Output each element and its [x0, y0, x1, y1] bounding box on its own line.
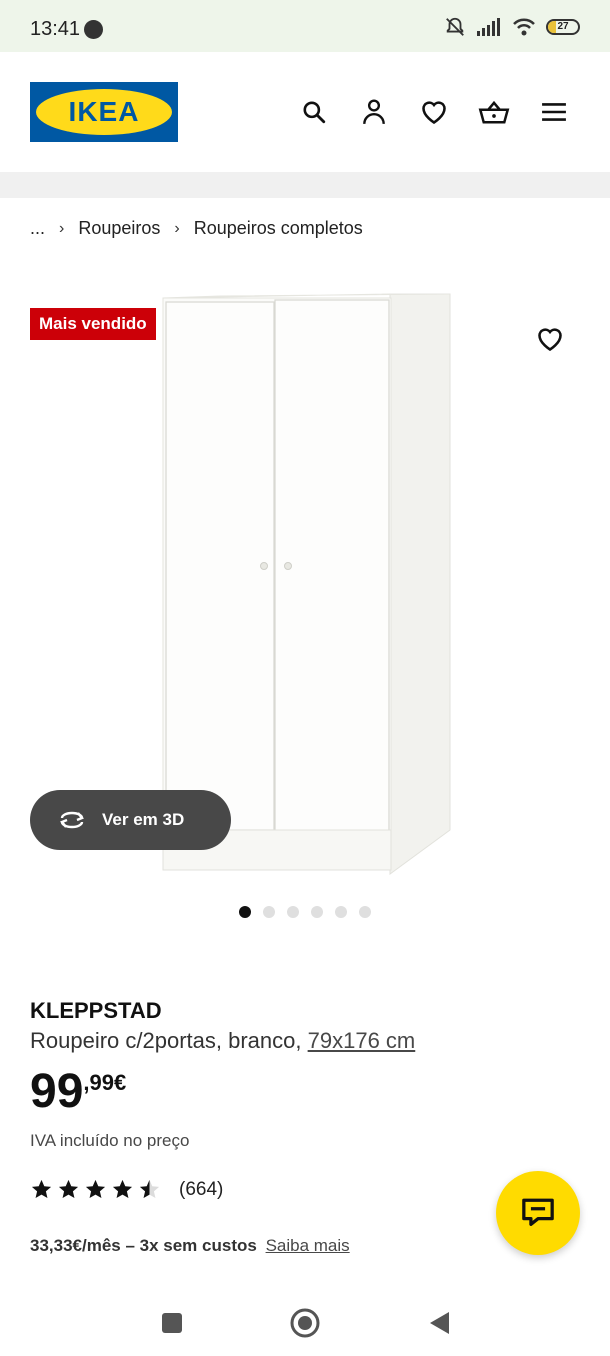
product-rating[interactable]: (664)	[30, 1178, 223, 1201]
breadcrumb-item-roupeiros[interactable]: Roupeiros	[78, 218, 160, 239]
battery-level: 27	[557, 21, 569, 32]
home-icon[interactable]	[290, 1308, 320, 1338]
carousel-dot[interactable]	[335, 906, 347, 918]
product-name: KLEPPSTAD	[30, 998, 162, 1023]
installments-text: 33,33€/mês – 3x sem custos	[30, 1236, 257, 1255]
user-icon[interactable]	[358, 96, 390, 128]
star-full-icon	[31, 1179, 52, 1199]
carousel-dot[interactable]	[239, 906, 251, 918]
bestseller-badge: Mais vendido	[30, 308, 156, 340]
rotate-3d-icon	[60, 811, 84, 829]
carousel-dot[interactable]	[311, 906, 323, 918]
menu-icon[interactable]	[538, 96, 570, 128]
product-dimensions-link[interactable]: 79x176 cm	[308, 1028, 416, 1053]
favourite-heart-icon[interactable]	[535, 324, 565, 354]
back-icon[interactable]	[424, 1308, 454, 1338]
image-carousel-dots	[239, 906, 371, 918]
system-navigation-bar	[0, 1290, 610, 1356]
chat-icon	[522, 1198, 554, 1226]
price-integer: 99	[30, 1065, 84, 1118]
star-full-icon	[112, 1179, 133, 1199]
ikea-logo[interactable]: IKEA	[30, 82, 178, 142]
wifi-icon	[513, 18, 535, 36]
status-icons: 27	[444, 16, 580, 38]
price-decimal: ,99€	[83, 1070, 127, 1095]
status-time: 13:41	[30, 18, 81, 40]
view-3d-button[interactable]: Ver em 3D	[30, 790, 231, 850]
chevron-right-icon: ›	[59, 219, 65, 237]
heart-icon[interactable]	[418, 96, 450, 128]
notification-icon	[84, 20, 103, 39]
view-3d-label: Ver em 3D	[102, 810, 185, 829]
vat-note: IVA incluído no preço	[30, 1131, 190, 1150]
learn-more-link[interactable]: Saiba mais	[266, 1236, 350, 1255]
carousel-dot[interactable]	[359, 906, 371, 918]
carousel-dot[interactable]	[263, 906, 275, 918]
status-bar: 13:41 27	[0, 0, 610, 52]
recent-apps-icon[interactable]	[157, 1308, 187, 1338]
mute-icon	[446, 17, 464, 36]
product-description: Roupeiro c/2portas, branco, 79x176 cm	[30, 1028, 415, 1054]
star-half-icon	[139, 1179, 160, 1199]
rating-count: (664)	[179, 1178, 224, 1200]
carousel-dot[interactable]	[287, 906, 299, 918]
signal-icon	[477, 18, 500, 36]
star-full-icon	[58, 1179, 79, 1199]
breadcrumb-item-roupeiros-completos[interactable]: Roupeiros completos	[194, 218, 363, 239]
chat-button[interactable]	[496, 1171, 580, 1255]
breadcrumb: ... › Roupeiros › Roupeiros completos	[30, 218, 363, 239]
breadcrumb-ellipsis[interactable]: ...	[30, 218, 45, 239]
battery-indicator: 27	[546, 19, 580, 35]
promo-strip	[0, 172, 610, 198]
product-type: Roupeiro c/2portas, branco,	[30, 1028, 302, 1053]
star-full-icon	[85, 1179, 106, 1199]
installments-info: 33,33€/mês – 3x sem custos Saiba mais	[30, 1236, 350, 1256]
product-price: 99 ,99€	[30, 1064, 126, 1120]
logo-text: IKEA	[68, 96, 140, 127]
site-header: IKEA	[0, 52, 610, 172]
search-icon[interactable]	[298, 96, 330, 128]
basket-icon[interactable]	[478, 96, 510, 128]
chevron-right-icon: ›	[174, 219, 180, 237]
